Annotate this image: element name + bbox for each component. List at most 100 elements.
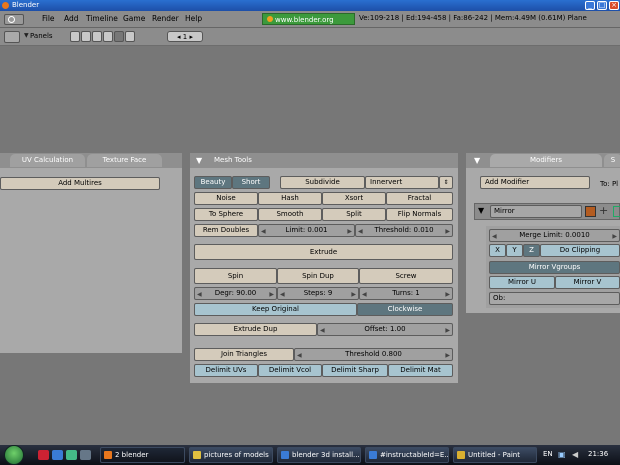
add-modifier-button[interactable]: Add Modifier [480,176,590,189]
noise-button[interactable]: Noise [194,192,258,205]
script-context-icon[interactable] [81,31,91,42]
degr-field[interactable]: ◀ Degr: 90.00 ▶ [194,287,277,300]
join-threshold-field[interactable]: ◀ Threshold 0.800 ▶ [294,348,453,361]
join-triangles-button[interactable]: Join Triangles [194,348,294,361]
flip-normals-button[interactable]: Flip Normals [386,208,453,221]
menu-render[interactable]: Render [152,14,179,23]
turns-field[interactable]: ◀ Turns: 1 ▶ [359,287,453,300]
task-blender-install[interactable]: blender 3d install... [277,447,361,463]
to-object-label: To: Pl [600,180,619,188]
mirror-object-field[interactable]: Ob: [489,292,620,305]
keep-original-toggle[interactable]: Keep Original [194,303,357,316]
mirror-v-toggle[interactable]: Mirror V [555,276,620,289]
language-indicator[interactable]: EN [543,450,553,458]
minimize-button[interactable]: _ [585,1,595,10]
to-sphere-button[interactable]: To Sphere [194,208,258,221]
browser-task-icon [281,451,289,459]
delimit-uvs-toggle[interactable]: Delimit UVs [194,364,258,377]
mirror-modifier-header: ▼ Mirror + [474,203,620,220]
menu-timeline[interactable]: Timeline [86,14,118,23]
task-instructable[interactable]: #instructableId=E... [365,447,449,463]
collapse-triangle-icon[interactable]: ▼ [24,32,29,39]
delimit-sharp-toggle[interactable]: Delimit Sharp [322,364,388,377]
menu-help[interactable]: Help [185,14,202,23]
cage-toggle-icon[interactable] [613,206,620,217]
extrude-button[interactable]: Extrude [194,244,453,260]
threshold-field[interactable]: ◀ Threshold: 0.010 ▶ [355,224,453,237]
render-toggle-icon[interactable] [585,206,596,217]
tab-texture-face[interactable]: Texture Face [87,154,162,167]
innervert-select[interactable]: Innervert [365,176,439,189]
rem-doubles-button[interactable]: Rem Doubles [194,224,258,237]
split-button[interactable]: Split [322,208,386,221]
quicklaunch-icon[interactable] [38,450,49,460]
limit-field[interactable]: ◀ Limit: 0.001 ▶ [258,224,355,237]
editing-context-icon[interactable] [114,31,124,42]
volume-tray-icon[interactable]: ◀ [572,450,578,459]
mirror-x-toggle[interactable]: X [489,244,506,257]
blender-orb-icon [267,16,273,22]
frame-field[interactable]: ◂ 1 ▸ [167,31,203,42]
xsort-button[interactable]: Xsort [322,192,386,205]
spin-button[interactable]: Spin [194,268,277,284]
merge-limit-field[interactable]: ◀ Merge Limit: 0.0010 ▶ [489,229,620,242]
window-title: Blender [12,1,40,9]
panels-label[interactable]: Panels [30,32,53,40]
smooth-button[interactable]: Smooth [258,208,322,221]
menu-add[interactable]: Add [64,14,79,23]
expand-triangle-icon[interactable]: ▼ [478,206,484,215]
clockwise-toggle[interactable]: Clockwise [357,303,453,316]
short-toggle[interactable]: Short [232,176,270,189]
blender-logo-icon [8,16,15,23]
mirror-vgroups-toggle[interactable]: Mirror Vgroups [489,261,620,274]
shading-context-icon[interactable] [92,31,102,42]
collapse-triangle-icon[interactable]: ▼ [474,153,480,168]
task-blender[interactable]: 2 blender [100,447,185,463]
tab-modifiers[interactable]: Modifiers [490,154,602,167]
extrude-dup-button[interactable]: Extrude Dup [194,323,317,336]
tab-shapes[interactable]: S [604,154,620,167]
title-bar: Blender _ □ × [0,0,620,11]
offset-field[interactable]: ◀ Offset: 1.00 ▶ [317,323,453,336]
logic-context-icon[interactable] [70,31,80,42]
hash-button[interactable]: Hash [258,192,322,205]
do-clipping-toggle[interactable]: Do Clipping [540,244,620,257]
delimit-vcol-toggle[interactable]: Delimit Vcol [258,364,322,377]
collapse-triangle-icon[interactable]: ▼ [196,153,202,168]
editmode-toggle-icon[interactable]: + [599,205,611,218]
fractal-button[interactable]: Fractal [386,192,453,205]
task-paint[interactable]: Untitled - Paint [453,447,537,463]
clock[interactable]: 21:36 [588,450,608,458]
mesh-tools-header: ▼ Mesh Tools [190,153,458,168]
quicklaunch-icon[interactable] [66,450,77,460]
mirror-u-toggle[interactable]: Mirror U [489,276,555,289]
mirror-y-toggle[interactable]: Y [506,244,523,257]
steps-field[interactable]: ◀ Steps: 9 ▶ [277,287,359,300]
quicklaunch-icon[interactable] [52,450,63,460]
innervert-arrows-icon[interactable]: ⇕ [439,176,453,189]
tab-uv-calculation[interactable]: UV Calculation [10,154,85,167]
beauty-toggle[interactable]: Beauty [194,176,232,189]
close-button[interactable]: × [609,1,619,10]
network-tray-icon[interactable]: ▣ [558,450,566,459]
editor-type-icon[interactable] [4,31,20,43]
add-multires-button[interactable]: Add Multires [0,177,160,190]
scene-stats: Ve:109-218 | Ed:194-458 | Fa:86-242 | Me… [359,14,587,22]
mirror-z-toggle[interactable]: Z [523,244,540,257]
maximize-button[interactable]: □ [597,1,607,10]
subdivide-button[interactable]: Subdivide [280,176,365,189]
task-pictures-of-models[interactable]: pictures of models [189,447,273,463]
version-badge[interactable]: www.blender.org 249.2 [262,13,355,36]
delimit-mat-toggle[interactable]: Delimit Mat [388,364,453,377]
scene-context-icon[interactable] [125,31,135,42]
modifier-name-field[interactable]: Mirror [490,205,582,218]
quicklaunch-icon[interactable] [80,450,91,460]
start-button[interactable] [4,445,24,465]
object-context-icon[interactable] [103,31,113,42]
screw-button[interactable]: Screw [359,268,453,284]
modifiers-header: ▼ Modifiers S [466,153,620,168]
menu-game[interactable]: Game [123,14,145,23]
spin-dup-button[interactable]: Spin Dup [277,268,359,284]
window-type-menu[interactable] [4,14,24,25]
menu-file[interactable]: File [42,14,55,23]
